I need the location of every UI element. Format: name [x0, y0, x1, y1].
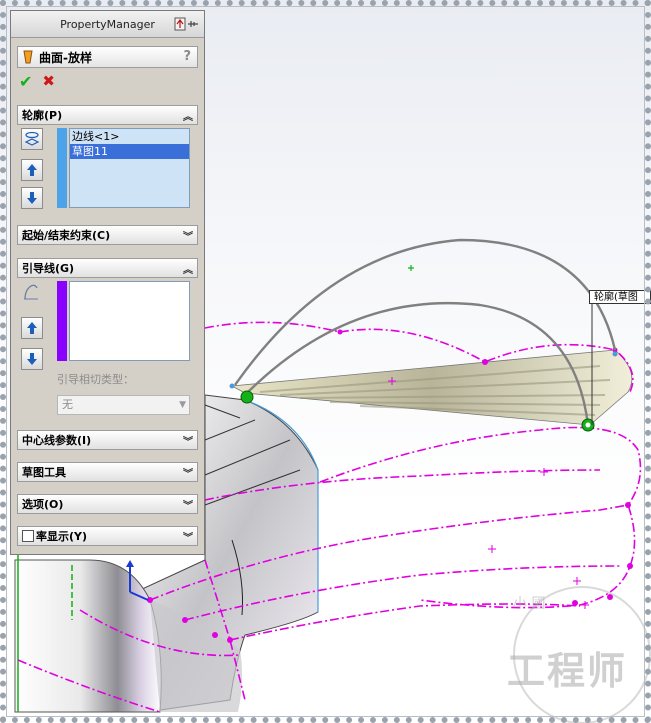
guides-group: 引导相切类型： 无 ▼	[17, 279, 200, 419]
ok-button[interactable]: ✔	[19, 72, 32, 91]
guides-list[interactable]	[69, 281, 190, 361]
arrow-up-icon	[27, 164, 37, 176]
profiles-group: 边线<1> 草图11	[17, 126, 200, 216]
guide-curve-icon	[21, 282, 43, 304]
guide-midpoint-mark	[408, 265, 414, 271]
list-item[interactable]: 草图11	[70, 144, 189, 159]
guides-header-label: 引导线(G)	[22, 262, 75, 275]
expand-down-icon[interactable]: ︾	[183, 433, 193, 448]
list-item[interactable]: 边线<1>	[70, 129, 189, 144]
cancel-button[interactable]: ✖	[42, 72, 55, 90]
arrow-down-icon	[27, 192, 37, 204]
chevron-down-icon: ▼	[179, 400, 186, 410]
help-icon[interactable]: ?	[183, 49, 191, 64]
expand-down-icon[interactable]: ︾	[183, 465, 193, 480]
collapse-up-icon[interactable]: ︽	[183, 108, 193, 123]
expand-down-icon[interactable]: ︾	[183, 529, 193, 544]
profile-icon	[24, 131, 40, 146]
options-section-header[interactable]: 选项(O) ︾	[17, 494, 198, 514]
options-header-label: 选项(O)	[22, 498, 64, 511]
preview-section-header[interactable]: 率显示(Y) ︾	[17, 526, 198, 546]
expand-down-icon[interactable]: ︾	[183, 228, 193, 243]
profile-color-bar	[57, 128, 67, 208]
panel-title: PropertyManager	[60, 17, 155, 31]
arrow-up-icon	[27, 322, 37, 334]
tangency-type-value: 无	[62, 398, 73, 411]
guide-move-up-button[interactable]	[21, 317, 43, 339]
centerline-section-header[interactable]: 中心线参数(I) ︾	[17, 430, 198, 450]
profile-callout[interactable]: 轮廓(草图	[589, 290, 651, 304]
feature-header: 曲面-放样 ?	[17, 46, 198, 68]
screenshot-frame: 轮廓(草图 小 國 工程师 PropertyManager 曲面-放样 ? ✔	[0, 0, 651, 723]
sketch-tools-section-header[interactable]: 草图工具 ︾	[17, 462, 198, 482]
start-end-section-header[interactable]: 起始/结束约束(C) ︾	[17, 225, 198, 245]
sketch-tools-header-label: 草图工具	[22, 466, 66, 479]
start-end-header-label: 起始/结束约束(C)	[22, 229, 111, 242]
pin-icon[interactable]	[174, 17, 200, 31]
profiles-list[interactable]: 边线<1> 草图11	[69, 128, 190, 208]
expand-down-icon[interactable]: ︾	[183, 497, 193, 512]
profile-select-button[interactable]	[21, 128, 43, 150]
centerline-header-label: 中心线参数(I)	[22, 434, 92, 447]
profiles-header-label: 轮廓(P)	[22, 109, 63, 122]
property-manager-panel: PropertyManager 曲面-放样 ? ✔ ✖ 轮廓(P) ︽ 边线<1…	[10, 10, 205, 555]
preview-checkbox[interactable]	[22, 530, 34, 542]
move-up-button[interactable]	[21, 159, 43, 181]
watermark-big-text: 工程师	[507, 649, 628, 693]
feature-name: 曲面-放样	[39, 50, 92, 65]
collapse-up-icon[interactable]: ︽	[183, 261, 193, 276]
watermark-small-text: 小 國	[513, 596, 546, 612]
guides-section-header[interactable]: 引导线(G) ︽	[17, 258, 198, 278]
loft-feature-icon	[23, 50, 33, 64]
panel-title-bar[interactable]: PropertyManager	[11, 11, 204, 38]
profiles-section-header[interactable]: 轮廓(P) ︽	[17, 105, 198, 125]
guide-move-down-button[interactable]	[21, 348, 43, 370]
arrow-down-icon	[27, 353, 37, 365]
ok-cancel-row: ✔ ✖	[11, 68, 204, 94]
move-down-button[interactable]	[21, 187, 43, 209]
preview-header-label: 率显示(Y)	[36, 530, 88, 543]
tangency-type-select[interactable]: 无 ▼	[57, 395, 190, 415]
guide-color-bar	[57, 281, 67, 361]
tangency-type-label: 引导相切类型：	[57, 373, 134, 386]
loft-preview-surface	[230, 349, 633, 426]
